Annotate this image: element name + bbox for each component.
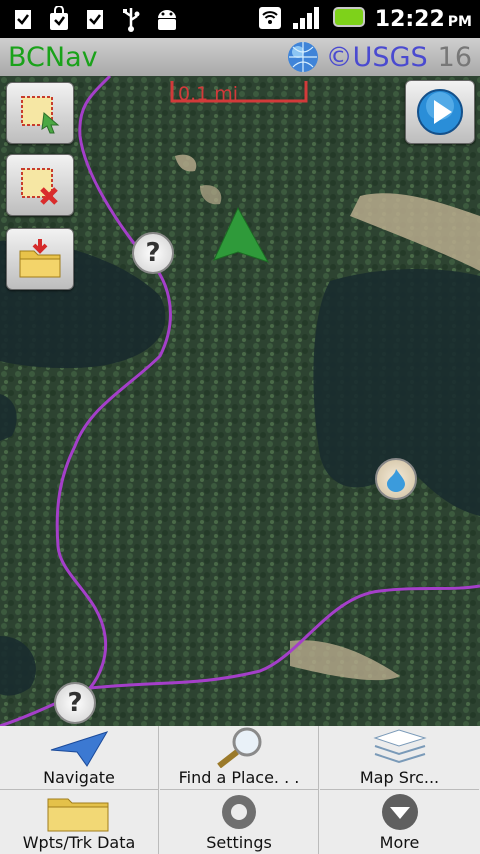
zoom-level: 16 bbox=[437, 41, 472, 73]
clock: 12:22 PM bbox=[374, 6, 472, 32]
options-menu: Navigate Find a Place. . . Map Src... Wp… bbox=[0, 726, 480, 854]
navigate-arrow-icon bbox=[47, 726, 111, 768]
clipboard-icon bbox=[10, 6, 36, 32]
map-source-label[interactable]: ©USGS bbox=[326, 42, 428, 73]
wifi-icon bbox=[257, 3, 283, 35]
gear-icon bbox=[215, 791, 263, 833]
clear-area-icon bbox=[21, 168, 58, 205]
android-icon bbox=[154, 6, 180, 32]
select-area-button[interactable] bbox=[6, 82, 74, 144]
folder-icon bbox=[44, 791, 114, 833]
map-scale: 0.1 mi bbox=[170, 79, 308, 105]
shopping-bag-icon bbox=[46, 6, 72, 32]
menu-item-more[interactable]: More bbox=[320, 790, 479, 854]
unknown-waypoint-marker[interactable]: ? bbox=[54, 682, 96, 724]
select-area-icon bbox=[21, 96, 60, 134]
play-icon bbox=[417, 89, 463, 135]
magnifier-icon bbox=[209, 726, 269, 768]
map-view[interactable]: 0.1 mi ? ? bbox=[0, 76, 480, 726]
status-bar: 12:22 PM bbox=[0, 0, 480, 38]
water-waypoint-marker[interactable] bbox=[375, 458, 417, 500]
import-folder-button[interactable] bbox=[6, 228, 74, 290]
signal-icon bbox=[291, 3, 325, 35]
title-bar: BCNav ©USGS 16 bbox=[0, 38, 480, 76]
folder-import-icon bbox=[19, 239, 61, 278]
unknown-waypoint-marker[interactable]: ? bbox=[132, 232, 174, 274]
menu-item-map-src[interactable]: Map Src... bbox=[320, 726, 479, 790]
clipboard-icon bbox=[82, 6, 108, 32]
menu-item-navigate[interactable]: Navigate bbox=[0, 726, 159, 790]
menu-item-find-a-place[interactable]: Find a Place. . . bbox=[160, 726, 319, 790]
battery-icon bbox=[332, 5, 367, 33]
usb-icon bbox=[118, 6, 144, 32]
globe-icon bbox=[287, 42, 318, 72]
more-icon bbox=[376, 791, 424, 833]
app-title: BCNav bbox=[8, 41, 98, 73]
menu-item-wpts-trk-data[interactable]: Wpts/Trk Data bbox=[0, 790, 159, 854]
water-drop-icon bbox=[387, 469, 405, 492]
menu-item-settings[interactable]: Settings bbox=[160, 790, 319, 854]
map-layers-icon bbox=[367, 726, 433, 768]
play-button[interactable] bbox=[405, 80, 475, 144]
clear-area-button[interactable] bbox=[6, 154, 74, 216]
